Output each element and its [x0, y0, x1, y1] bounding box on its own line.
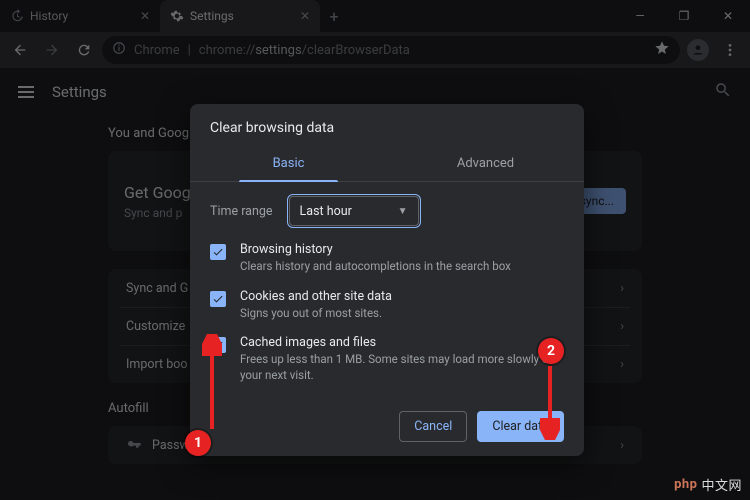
chevron-down-icon: ▼ [398, 206, 408, 217]
time-range-row: Time range Last hour ▼ [210, 196, 564, 226]
watermark-text: 中文网 [701, 475, 742, 494]
cancel-button[interactable]: Cancel [399, 411, 467, 442]
watermark-brand: php [674, 477, 697, 492]
watermark: php 中文网 [674, 475, 742, 494]
option-desc: Frees up less than 1 MB. Some sites may … [240, 352, 564, 383]
checkbox-checked[interactable] [210, 291, 226, 307]
tab-advanced[interactable]: Advanced [387, 146, 584, 181]
annotation-marker-2: 2 [538, 338, 564, 364]
dialog-tabs: Basic Advanced [190, 146, 584, 182]
tab-basic[interactable]: Basic [190, 146, 387, 181]
clear-browsing-data-dialog: Clear browsing data Basic Advanced Time … [190, 104, 584, 456]
dialog-body: Time range Last hour ▼ Browsing history … [190, 182, 584, 403]
option-title: Browsing history [240, 242, 511, 257]
annotation-arrow-2 [540, 362, 560, 440]
option-title: Cached images and files [240, 335, 564, 350]
option-cookies[interactable]: Cookies and other site data Signs you ou… [210, 289, 564, 322]
time-range-label: Time range [210, 204, 273, 219]
option-browsing-history[interactable]: Browsing history Clears history and auto… [210, 242, 564, 275]
dialog-actions: Cancel Clear data [190, 403, 584, 442]
option-title: Cookies and other site data [240, 289, 392, 304]
annotation-marker-1: 1 [185, 430, 211, 456]
dialog-title: Clear browsing data [190, 104, 584, 146]
annotation-arrow-1 [202, 334, 222, 434]
checkbox-checked[interactable] [210, 244, 226, 260]
option-desc: Signs you out of most sites. [240, 306, 392, 322]
option-cached-images[interactable]: Cached images and files Frees up less th… [210, 335, 564, 383]
time-range-select[interactable]: Last hour ▼ [289, 196, 419, 226]
time-range-value: Last hour [300, 204, 352, 219]
option-desc: Clears history and autocompletions in th… [240, 259, 511, 275]
